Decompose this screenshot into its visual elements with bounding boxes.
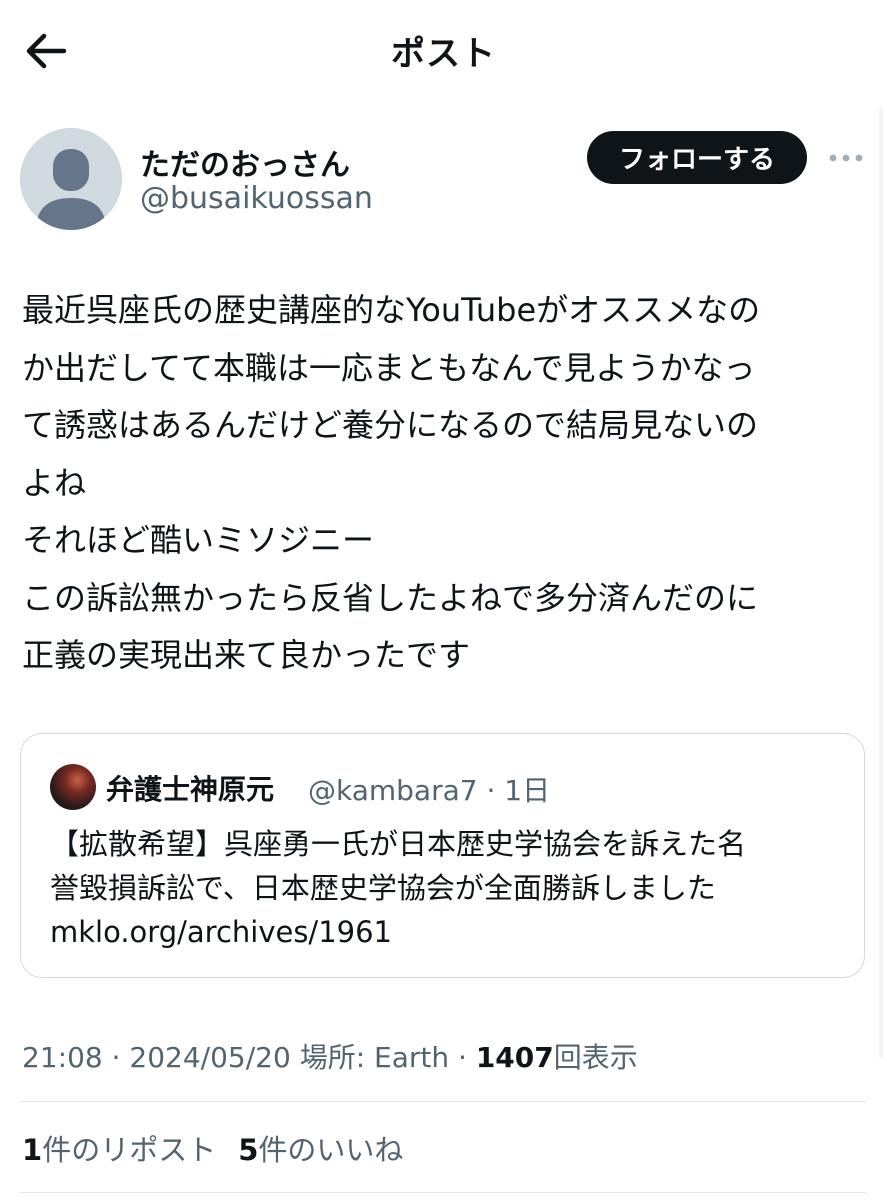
view-count: 1407 <box>475 1041 554 1074</box>
scrollbar[interactable] <box>879 108 883 1058</box>
separator-dot: · <box>102 1041 130 1074</box>
post-line: 正義の実現出来て良かったです <box>22 636 471 674</box>
views-label: 回表示 <box>553 1041 638 1074</box>
quoted-author-meta: @kambara7 · 1日 <box>308 769 550 809</box>
post-line: 最近呉座氏の歴史講座的なYouTubeがオススメなの <box>22 291 761 329</box>
reposts-count-link[interactable]: 1件のリポスト <box>22 1133 216 1167</box>
author-handle[interactable]: @busaikuossan <box>140 181 373 216</box>
separator-dot: · <box>477 774 505 807</box>
quoted-post-card[interactable]: 弁護士神原元 @kambara7 · 1日 【拡散希望】呉座勇一氏が日本歴史学協… <box>20 733 865 978</box>
quoted-author-name: 弁護士神原元 <box>106 773 275 806</box>
default-profile-icon <box>20 128 122 230</box>
repost-count: 1 <box>22 1133 43 1167</box>
divider <box>20 1192 866 1193</box>
post-line: か出だしてて本職は一応まともなんで見ようかなっ <box>22 348 756 387</box>
author-avatar[interactable] <box>20 128 122 230</box>
repost-label: 件のリポスト <box>42 1133 217 1167</box>
post-time[interactable]: 21:08 <box>22 1041 103 1074</box>
post-line: よね <box>22 463 87 502</box>
quoted-line: 【拡散希望】呉座勇一氏が日本歴史学協会を訴えた名 <box>50 827 747 861</box>
quoted-author-handle: @kambara7 <box>308 774 478 807</box>
post-line: て誘惑はあるんだけど養分になるので結局見ないの <box>22 406 759 444</box>
like-count: 5 <box>238 1133 259 1167</box>
post-text: 最近呉座氏の歴史講座的なYouTubeがオススメなの か出だしてて本職は一応まと… <box>22 282 872 685</box>
page-title: ポスト <box>391 34 496 74</box>
post-line: それほど酷いミソジニー <box>22 521 375 559</box>
post-location: 場所: Earth <box>299 1041 450 1074</box>
post-meta: 21:08 · 2024/05/20 場所: Earth · 1407回表示 <box>22 1036 638 1076</box>
post-date[interactable]: 2024/05/20 <box>129 1041 290 1074</box>
follow-button[interactable]: フォローする <box>587 131 807 184</box>
quoted-line: 誉毀損訴訟で、日本歴史学協会が全面勝訴しました <box>50 871 716 905</box>
separator-dot: · <box>449 1041 476 1074</box>
post-line: この訴訟無かったら反省したよねで多分済んだのに <box>22 578 759 617</box>
more-options-button[interactable] <box>826 144 868 172</box>
quoted-post-time: 1日 <box>504 774 551 807</box>
divider <box>20 1101 866 1102</box>
like-label: 件のいいね <box>258 1133 404 1167</box>
quoted-author-avatar <box>50 764 96 810</box>
engagement-stats: 1件のリポスト 5件のいいね <box>22 1127 425 1169</box>
author-display-name[interactable]: ただのおっさん <box>140 140 350 184</box>
quoted-post-text: 【拡散希望】呉座勇一氏が日本歴史学協会を訴えた名 誉毀損訴訟で、日本歴史学協会が… <box>50 822 850 954</box>
likes-count-link[interactable]: 5件のいいね <box>238 1133 403 1167</box>
more-horizontal-icon <box>829 154 863 162</box>
quoted-link[interactable]: mklo.org/archives/1961 <box>50 910 850 954</box>
top-bar: ポスト <box>0 0 887 100</box>
